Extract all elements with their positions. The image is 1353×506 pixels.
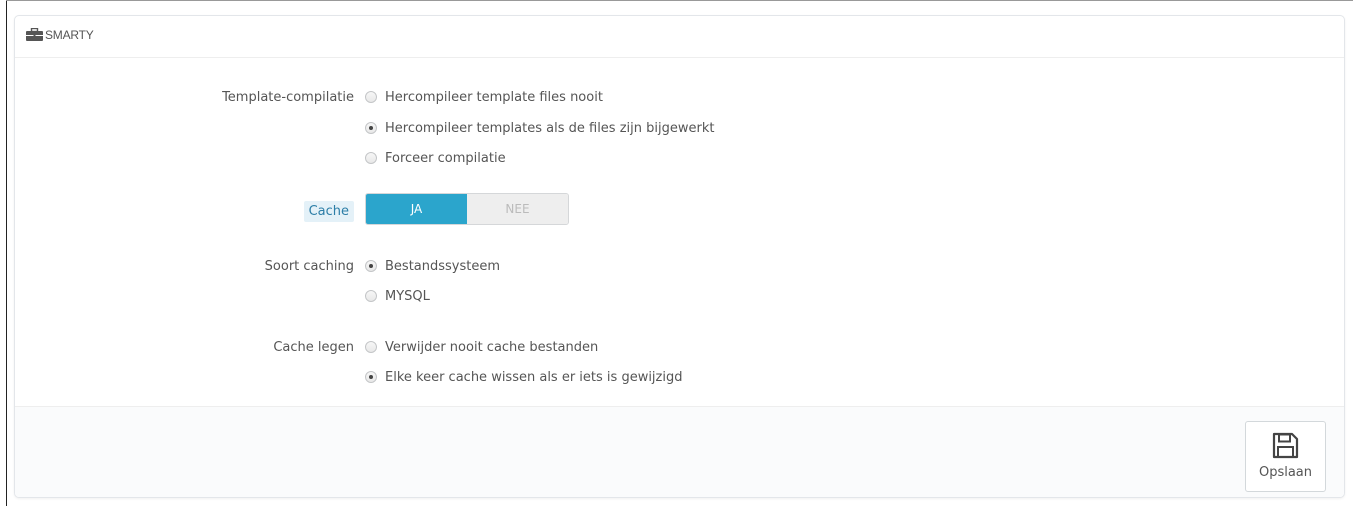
smarty-panel: SMARTY Template-compilatie Hercompileer … [14,15,1345,498]
panel-title: SMARTY [45,28,94,42]
template-compilation-label: Template-compilatie [222,90,354,105]
radio-button-checked[interactable] [365,122,377,134]
radio-label: Verwijder nooit cache bestanden [385,340,599,355]
cache-toggle-no[interactable]: NEE [467,194,568,224]
radio-button[interactable] [365,290,377,302]
radio-label: Hercompileer template files nooit [385,90,603,105]
cache-toggle[interactable]: JA NEE [365,193,569,225]
radio-label: Forceer compilatie [385,151,506,166]
radio-label: Hercompileer templates als de files zijn… [385,121,715,136]
save-button-label: Opslaan [1258,465,1313,480]
radio-button-checked[interactable] [365,260,377,272]
page-top-border [6,0,1353,1]
cache-label-col: Cache [15,201,354,222]
clear-cache-label: Cache legen [273,340,354,355]
caching-type-label: Soort caching [264,259,354,274]
radio-button[interactable] [365,341,377,353]
radio-button[interactable] [365,152,377,164]
panel-footer: Opslaan [15,406,1344,497]
radio-button[interactable] [365,91,377,103]
radio-button-checked[interactable] [365,371,377,383]
panel-heading: SMARTY [15,16,1344,58]
radio-label: Bestandssysteem [385,259,501,274]
page-left-border [6,0,7,506]
cache-toggle-yes[interactable]: JA [366,194,467,224]
caching-type-label-col: Soort caching [15,258,354,276]
clear-cache-label-col: Cache legen [15,339,354,357]
briefcase-icon [26,28,43,41]
floppy-disk-icon [1272,432,1299,459]
radio-label: MYSQL [385,289,430,304]
cache-label: Cache [303,201,354,222]
save-button[interactable]: Opslaan [1245,421,1326,492]
radio-label: Elke keer cache wissen als er iets is ge… [385,370,683,385]
template-compilation-label-col: Template-compilatie [15,89,354,107]
